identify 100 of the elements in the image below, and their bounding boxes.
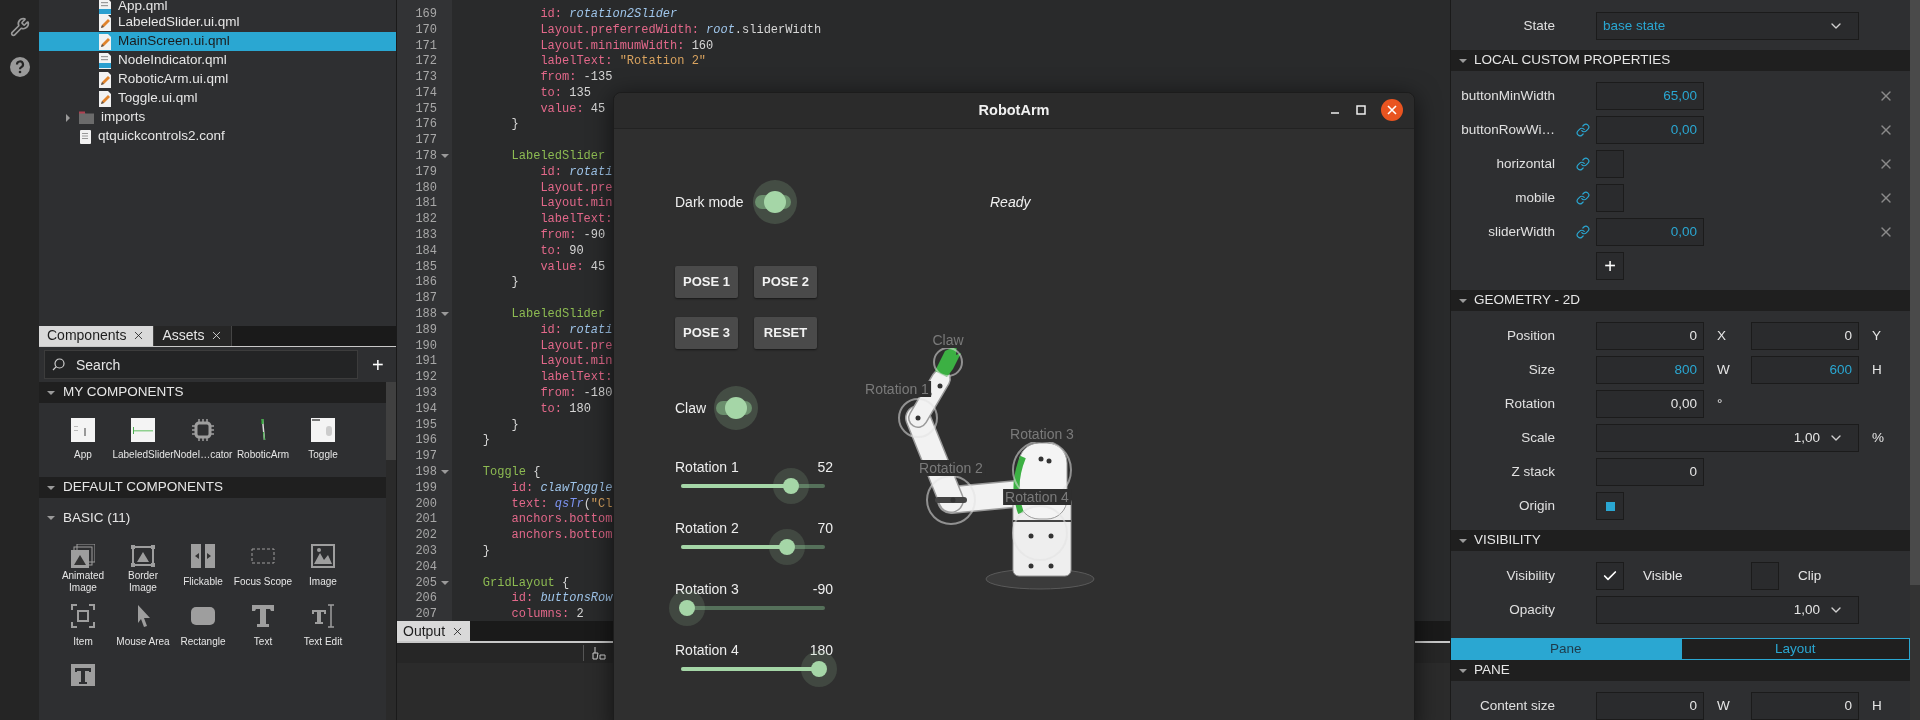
line-number: 183 — [415, 227, 437, 245]
add-button[interactable]: + — [372, 354, 384, 375]
component-item[interactable]: Item — [53, 604, 113, 660]
unit-label: % — [1872, 429, 1884, 445]
add-property-button[interactable]: + — [1596, 252, 1624, 280]
value-combo-box[interactable]: 1,00 — [1596, 596, 1859, 624]
collapse-arrow-icon[interactable] — [1459, 56, 1467, 65]
value-field[interactable]: 600 — [1751, 356, 1859, 384]
checkbox[interactable] — [1596, 562, 1624, 590]
value-field[interactable]: 0,00 — [1596, 218, 1704, 246]
tree-item[interactable]: MainScreen.ui.qml — [39, 32, 396, 51]
group-header[interactable]: BASIC (11) — [39, 498, 386, 538]
line-number: 175 — [415, 100, 437, 118]
component-item[interactable]: Rectangle — [173, 604, 233, 660]
collapse-arrow-icon[interactable] — [441, 152, 449, 161]
collapse-arrow-icon[interactable] — [1459, 536, 1467, 545]
line-number: 181 — [415, 195, 437, 213]
section-header[interactable]: VISIBILITY — [1451, 530, 1910, 551]
scrollbar-thumb[interactable] — [1910, 0, 1920, 585]
property-label: mobile — [1515, 188, 1555, 207]
value-field[interactable]: 0,00 — [1596, 390, 1704, 418]
line-number: 206 — [415, 590, 437, 608]
scrollbar-thumb[interactable] — [386, 382, 396, 460]
tree-item[interactable]: LabeledSlider.ui.qml — [39, 13, 396, 32]
pose-button[interactable]: RESET — [754, 317, 817, 349]
line-number: 172 — [415, 53, 437, 71]
section-header[interactable]: MY COMPONENTS — [39, 382, 386, 403]
component-item[interactable]: RoboticArm — [233, 418, 293, 477]
component-item[interactable]: Text — [233, 604, 293, 660]
property-label: horizontal — [1496, 154, 1555, 173]
section-header[interactable]: GEOMETRY - 2D — [1451, 290, 1910, 311]
tree-item[interactable]: NodeIndicator.qml — [39, 51, 396, 70]
collapse-arrow-icon[interactable] — [47, 388, 55, 397]
tree-item[interactable]: imports — [39, 108, 396, 127]
value-field[interactable]: 0,00 — [1596, 116, 1704, 144]
component-item[interactable]: App — [53, 418, 113, 477]
collapse-arrow-icon[interactable] — [441, 578, 449, 587]
clear-icon[interactable] — [592, 646, 606, 660]
component-item[interactable]: Image — [293, 544, 353, 600]
help-icon[interactable] — [9, 57, 30, 77]
component-item[interactable]: Text Edit — [293, 604, 353, 660]
state-dropdown[interactable]: base state — [1596, 12, 1859, 40]
search-field[interactable]: Search — [44, 350, 358, 380]
collapse-arrow-icon[interactable] — [1459, 666, 1467, 675]
value-field[interactable]: 65,00 — [1596, 82, 1704, 110]
tree-item[interactable]: qtquickcontrols2.conf — [39, 127, 396, 146]
value-field[interactable]: 800 — [1596, 356, 1704, 384]
value-field[interactable]: 0 — [1751, 322, 1859, 350]
value-field[interactable]: 0 — [1596, 458, 1704, 486]
value-field[interactable]: 0 — [1751, 692, 1859, 720]
panel-tab[interactable]: Pane — [1451, 638, 1681, 660]
code-line: Layout.min — [539, 195, 613, 213]
slider-value: 180 — [809, 640, 833, 660]
node-label: Claw — [930, 332, 966, 348]
component-item[interactable]: Mouse Area — [113, 604, 173, 660]
search-icon — [52, 358, 65, 372]
collapse-arrow-icon[interactable] — [441, 468, 449, 476]
component-item[interactable]: Focus Scope — [233, 544, 293, 600]
qml-file-icon — [98, 52, 112, 69]
panel-tab[interactable]: Output — [397, 621, 471, 641]
component-item[interactable]: Flickable — [173, 544, 233, 600]
link-icon[interactable] — [1576, 225, 1590, 239]
tree-item[interactable]: App.qml — [39, 0, 396, 13]
value-field[interactable]: 0 — [1596, 692, 1704, 720]
collapse-arrow-icon[interactable] — [47, 483, 55, 492]
pose-button[interactable]: POSE 2 — [754, 266, 817, 298]
line-number: 203 — [415, 543, 437, 560]
link-icon[interactable] — [1576, 157, 1590, 171]
expand-arrow-icon[interactable] — [64, 113, 72, 122]
panel-tab[interactable]: Layout — [1680, 638, 1910, 660]
pose-button[interactable]: POSE 3 — [675, 317, 738, 349]
section-header[interactable]: PANE — [1451, 660, 1910, 681]
property-label: Size — [1528, 360, 1555, 379]
component-item[interactable]: LabeledSlider — [113, 418, 173, 477]
component-item[interactable]: Border Image — [113, 544, 173, 600]
collapse-arrow-icon[interactable] — [441, 310, 449, 319]
component-item[interactable]: Animated Image — [53, 544, 113, 600]
collapse-arrow-icon[interactable] — [1459, 296, 1467, 305]
tree-item[interactable]: Toggle.ui.qml — [39, 89, 396, 108]
checkbox-label: Visible — [1643, 566, 1683, 585]
tools-icon[interactable] — [9, 17, 30, 37]
component-item[interactable]: Toggle — [293, 418, 353, 477]
section-header[interactable]: LOCAL CUSTOM PROPERTIES — [1451, 50, 1910, 71]
origin-picker[interactable] — [1596, 492, 1624, 520]
maximize-icon[interactable] — [1355, 104, 1367, 116]
close-icon[interactable] — [1381, 99, 1403, 121]
value-combo-box[interactable]: 1,00 — [1596, 424, 1859, 452]
panel-tab[interactable]: Components — [39, 325, 155, 346]
component-item[interactable]: NodeI…cator — [173, 418, 233, 477]
collapse-arrow-icon[interactable] — [47, 514, 55, 522]
pose-button[interactable]: POSE 1 — [675, 266, 738, 298]
tree-item[interactable]: RoboticArm.ui.qml — [39, 70, 396, 89]
value-field[interactable]: 0 — [1596, 322, 1704, 350]
property-label: Position — [1506, 326, 1555, 345]
link-icon[interactable] — [1576, 123, 1590, 137]
panel-tab[interactable]: Assets — [154, 325, 233, 346]
section-header[interactable]: DEFAULT COMPONENTS — [39, 477, 386, 498]
unit-label: ° — [1717, 395, 1723, 411]
node-label: Rotation 2 — [917, 460, 985, 476]
link-icon[interactable] — [1576, 191, 1590, 205]
